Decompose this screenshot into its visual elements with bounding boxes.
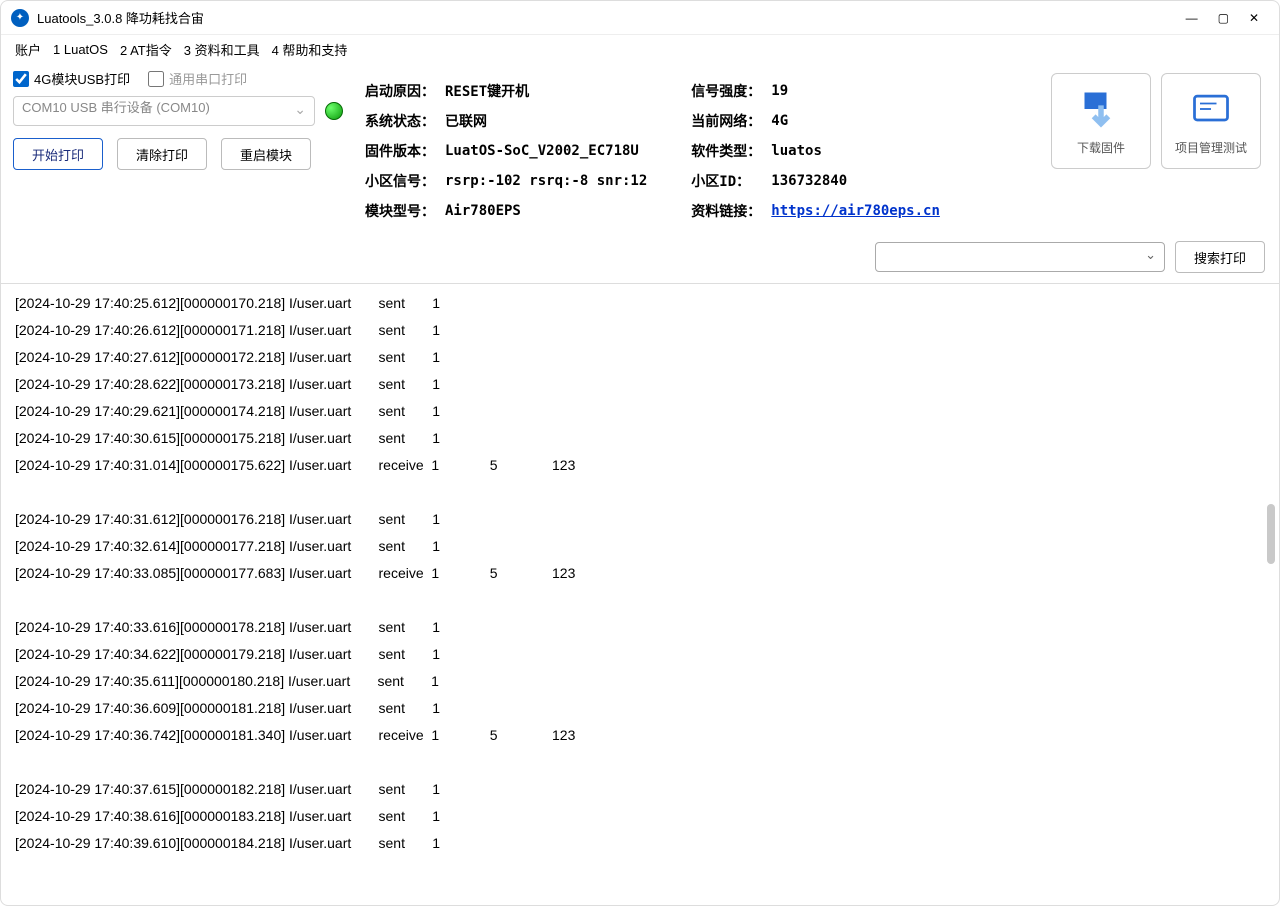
side-buttons: 下载固件 项目管理测试 bbox=[1051, 69, 1267, 169]
window-controls: — ▢ ✕ bbox=[1186, 11, 1269, 25]
log-line: [2024-10-29 17:40:29.621][000000174.218]… bbox=[15, 398, 1265, 425]
title-bar: ✦ Luatools_3.0.8 降功耗找合宙 — ▢ ✕ bbox=[1, 1, 1279, 35]
info-value: 4G bbox=[771, 107, 940, 135]
info-label: 当前网络： bbox=[691, 107, 769, 135]
toolbar-left: 4G模块USB打印 通用串口打印 COM10 USB 串行设备 (COM10) … bbox=[13, 69, 343, 170]
app-icon: ✦ bbox=[11, 9, 29, 27]
download-firmware-label: 下载固件 bbox=[1077, 139, 1125, 156]
maximize-button[interactable]: ▢ bbox=[1218, 11, 1229, 25]
info-table-right: 信号强度：19 当前网络：4G 软件类型：luatos 小区ID：1367328… bbox=[689, 75, 942, 227]
log-line bbox=[15, 479, 1265, 506]
port-selected-value: COM10 USB 串行设备 (COM10) bbox=[22, 100, 210, 115]
log-line: [2024-10-29 17:40:32.614][000000177.218]… bbox=[15, 533, 1265, 560]
log-line: [2024-10-29 17:40:36.609][000000181.218]… bbox=[15, 695, 1265, 722]
close-button[interactable]: ✕ bbox=[1249, 11, 1259, 25]
log-line: [2024-10-29 17:40:36.742][000000181.340]… bbox=[15, 722, 1265, 749]
minimize-button[interactable]: — bbox=[1186, 11, 1198, 25]
search-combobox[interactable] bbox=[875, 242, 1165, 272]
resource-link[interactable]: https://air780eps.cn bbox=[771, 203, 940, 219]
checkbox-usb-print[interactable]: 4G模块USB打印 bbox=[13, 69, 130, 88]
port-combobox[interactable]: COM10 USB 串行设备 (COM10) bbox=[13, 96, 315, 126]
log-line: [2024-10-29 17:40:27.612][000000172.218]… bbox=[15, 344, 1265, 371]
info-panel: 启动原因：RESET键开机 系统状态：已联网 固件版本：LuatOS-SoC_V… bbox=[363, 69, 1031, 227]
download-firmware-button[interactable]: 下载固件 bbox=[1051, 73, 1151, 169]
menu-at[interactable]: 2 AT指令 bbox=[120, 40, 172, 59]
checkbox-serial-print[interactable]: 通用串口打印 bbox=[148, 69, 247, 88]
log-line: [2024-10-29 17:40:35.611][000000180.218]… bbox=[15, 668, 1265, 695]
log-line: [2024-10-29 17:40:31.014][000000175.622]… bbox=[15, 452, 1265, 479]
checkbox-usb-input[interactable] bbox=[13, 71, 29, 87]
log-line: [2024-10-29 17:40:31.612][000000176.218]… bbox=[15, 506, 1265, 533]
start-print-button[interactable]: 开始打印 bbox=[13, 138, 103, 170]
log-line: [2024-10-29 17:40:34.622][000000179.218]… bbox=[15, 641, 1265, 668]
info-value: RESET键开机 bbox=[445, 77, 647, 105]
status-led-icon bbox=[325, 102, 343, 120]
search-print-button[interactable]: 搜索打印 bbox=[1175, 241, 1265, 273]
log-line: [2024-10-29 17:40:33.616][000000178.218]… bbox=[15, 614, 1265, 641]
info-value: rsrp:-102 rsrq:-8 snr:12 bbox=[445, 167, 647, 195]
menu-resources[interactable]: 3 资料和工具 bbox=[184, 40, 260, 59]
search-row: 搜索打印 bbox=[1, 237, 1279, 283]
clear-print-button[interactable]: 清除打印 bbox=[117, 138, 207, 170]
info-label: 软件类型： bbox=[691, 137, 769, 165]
info-value: LuatOS-SoC_V2002_EC718U bbox=[445, 137, 647, 165]
info-label: 模块型号： bbox=[365, 197, 443, 225]
info-label: 小区信号： bbox=[365, 167, 443, 195]
info-table-left: 启动原因：RESET键开机 系统状态：已联网 固件版本：LuatOS-SoC_V… bbox=[363, 75, 649, 227]
info-label: 小区ID： bbox=[691, 167, 769, 195]
log-line: [2024-10-29 17:40:26.612][000000171.218]… bbox=[15, 317, 1265, 344]
project-manage-button[interactable]: 项目管理测试 bbox=[1161, 73, 1261, 169]
info-value: 136732840 bbox=[771, 167, 940, 195]
log-line: [2024-10-29 17:40:30.615][000000175.218]… bbox=[15, 425, 1265, 452]
info-label: 固件版本： bbox=[365, 137, 443, 165]
menu-help[interactable]: 4 帮助和支持 bbox=[272, 40, 348, 59]
checkbox-serial-input[interactable] bbox=[148, 71, 164, 87]
log-line: [2024-10-29 17:40:33.085][000000177.683]… bbox=[15, 560, 1265, 587]
info-value: 已联网 bbox=[445, 107, 647, 135]
menu-account[interactable]: 账户 bbox=[15, 40, 41, 59]
info-label: 系统状态： bbox=[365, 107, 443, 135]
checkbox-usb-label: 4G模块USB打印 bbox=[34, 69, 130, 88]
window-title: Luatools_3.0.8 降功耗找合宙 bbox=[37, 8, 204, 27]
info-value: luatos bbox=[771, 137, 940, 165]
info-value: 19 bbox=[771, 77, 940, 105]
info-label: 信号强度： bbox=[691, 77, 769, 105]
log-line bbox=[15, 749, 1265, 776]
info-value: Air780EPS bbox=[445, 197, 647, 225]
log-line bbox=[15, 587, 1265, 614]
scrollbar-thumb[interactable] bbox=[1267, 504, 1275, 564]
download-icon bbox=[1079, 87, 1123, 131]
toolbar: 4G模块USB打印 通用串口打印 COM10 USB 串行设备 (COM10) … bbox=[1, 63, 1279, 237]
info-label: 资料链接： bbox=[691, 197, 769, 225]
project-manage-label: 项目管理测试 bbox=[1175, 139, 1247, 156]
menu-bar: 账户 1 LuatOS 2 AT指令 3 资料和工具 4 帮助和支持 bbox=[1, 35, 1279, 63]
log-line: [2024-10-29 17:40:28.622][000000173.218]… bbox=[15, 371, 1265, 398]
info-label: 启动原因： bbox=[365, 77, 443, 105]
log-line: [2024-10-29 17:40:37.615][000000182.218]… bbox=[15, 776, 1265, 803]
project-icon bbox=[1189, 87, 1233, 131]
log-line: [2024-10-29 17:40:38.616][000000183.218]… bbox=[15, 803, 1265, 830]
checkbox-serial-label: 通用串口打印 bbox=[169, 69, 247, 88]
log-line: [2024-10-29 17:40:39.610][000000184.218]… bbox=[15, 830, 1265, 857]
restart-module-button[interactable]: 重启模块 bbox=[221, 138, 311, 170]
log-line: [2024-10-29 17:40:25.612][000000170.218]… bbox=[15, 290, 1265, 317]
menu-luatos[interactable]: 1 LuatOS bbox=[53, 42, 108, 57]
log-area[interactable]: [2024-10-29 17:40:25.612][000000170.218]… bbox=[1, 283, 1279, 893]
